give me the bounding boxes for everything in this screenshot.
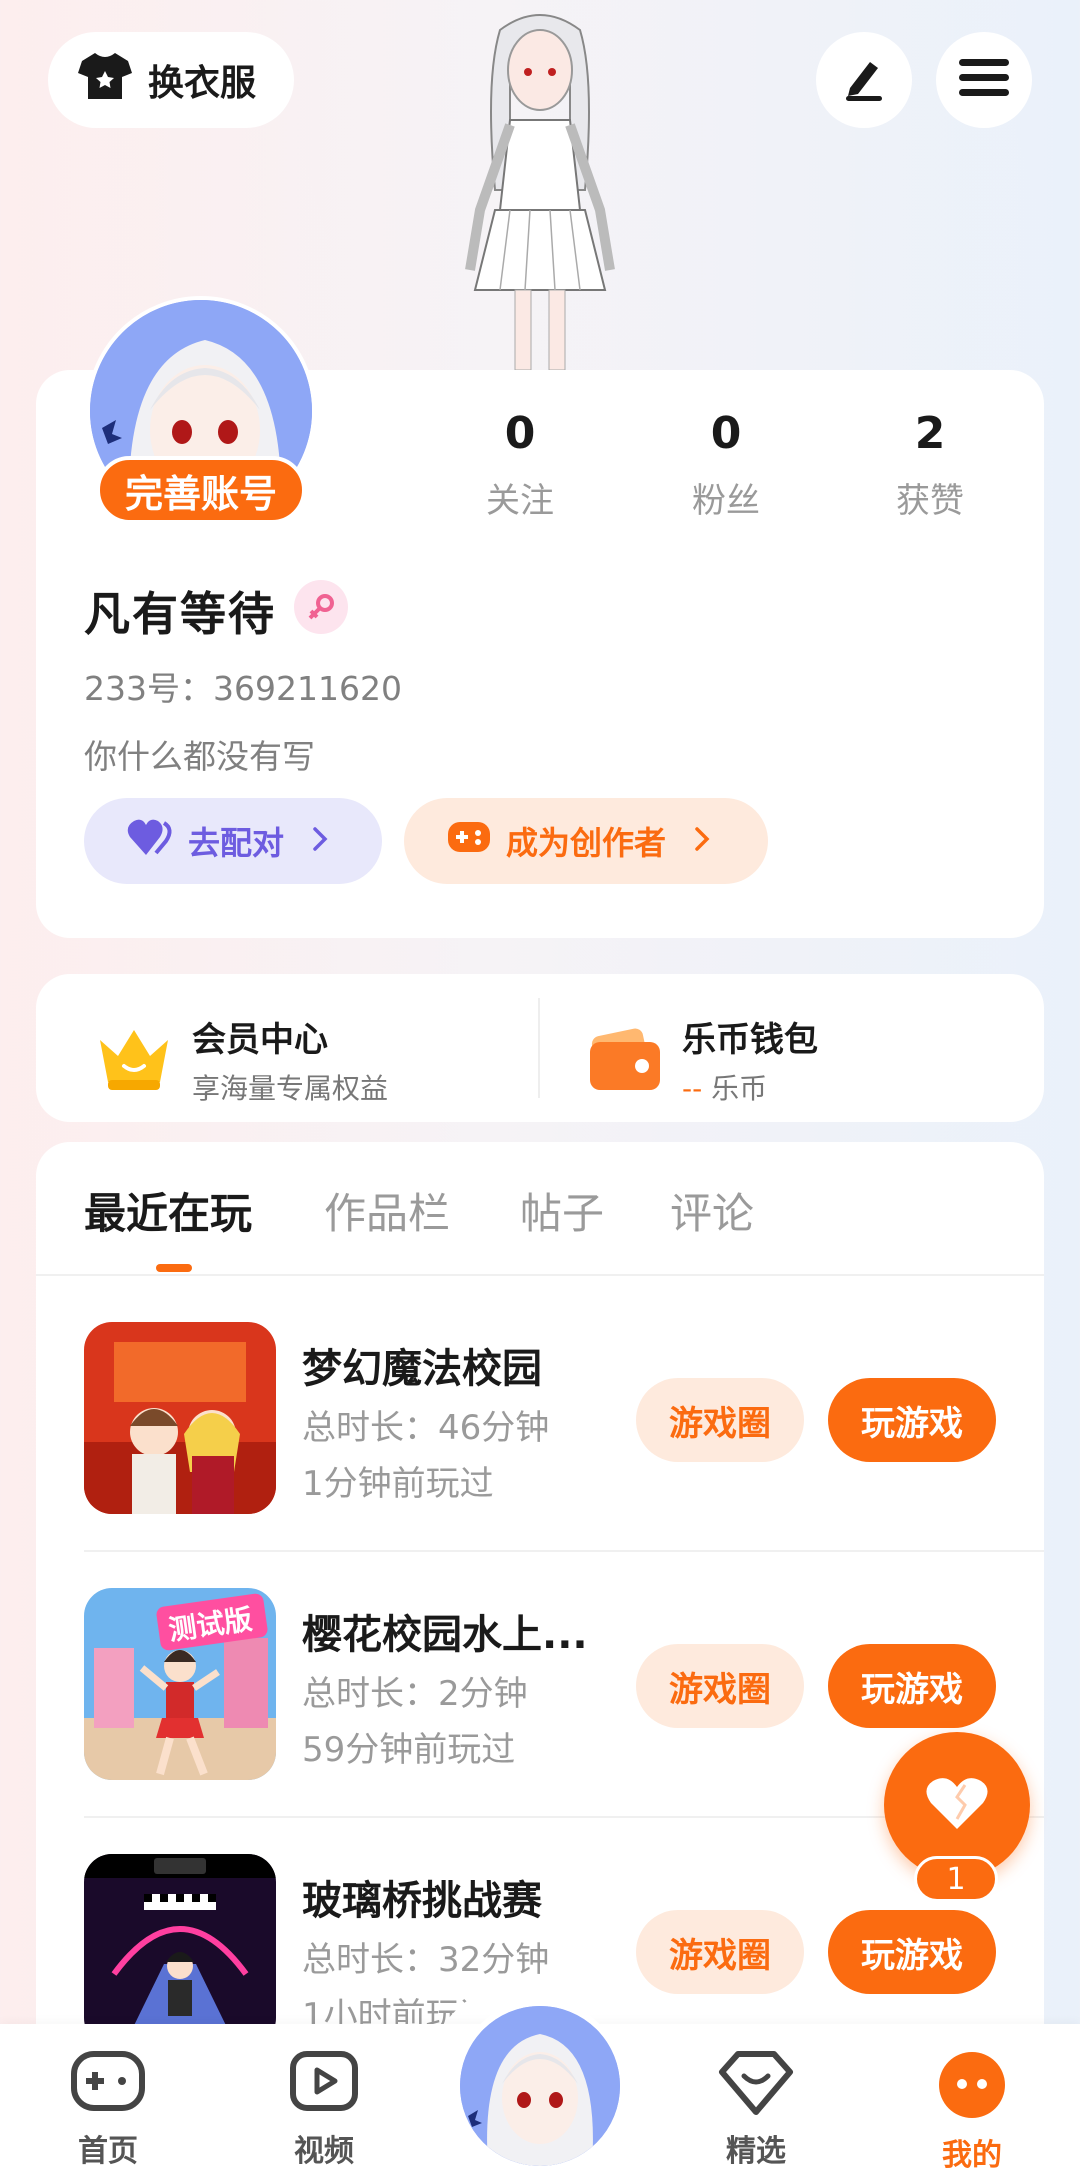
tab-comments[interactable]: 评论 <box>670 1180 754 1241</box>
divider <box>36 1274 1044 1276</box>
game-duration: 总时长：46分钟 <box>302 1408 550 1448</box>
game-title: 樱花校园水上... <box>302 1612 588 1658</box>
list-item[interactable]: 梦幻魔法校园 总时长：46分钟 1分钟前玩过 游戏圈 玩游戏 <box>84 1322 1044 1522</box>
user-id: 233号：369211620 <box>84 669 402 708</box>
shirt-icon <box>78 51 132 110</box>
vip-center-entry[interactable]: 会员中心 享海量专属权益 <box>94 1012 388 1107</box>
play-game-button[interactable]: 玩游戏 <box>828 1910 996 1994</box>
game-duration: 总时长：32分钟 <box>302 1940 550 1980</box>
nav-home-label: 首页 <box>78 2134 138 2169</box>
heart-icon <box>925 1775 989 1835</box>
nav-video[interactable]: 视频 <box>264 2050 384 2170</box>
game-circle-button[interactable]: 游戏圈 <box>636 1644 804 1728</box>
stat-followers-count: 0 <box>710 408 742 459</box>
tab-posts[interactable]: 帖子 <box>520 1180 604 1241</box>
menu-icon <box>959 57 1009 103</box>
match-button[interactable]: 去配对 <box>84 798 382 884</box>
like-count-badge: 1 <box>914 1856 998 1902</box>
stat-followers[interactable]: 0 粉丝 <box>646 408 806 522</box>
game-last-played: 1分钟前玩过 <box>302 1464 494 1504</box>
nav-mine-label: 我的 <box>942 2138 1002 2173</box>
gamepad-icon <box>70 2050 146 2120</box>
crown-icon <box>94 1022 174 1098</box>
chevron-right-icon <box>694 822 710 860</box>
game-last-played: 59分钟前玩过 <box>302 1730 516 1770</box>
tab-works[interactable]: 作品栏 <box>324 1180 450 1241</box>
play-game-button[interactable]: 玩游戏 <box>828 1378 996 1462</box>
nav-featured-label: 精选 <box>726 2134 786 2169</box>
vip-center-title: 会员中心 <box>192 1020 328 1060</box>
game-title: 玻璃桥挑战赛 <box>302 1878 542 1924</box>
stat-following-label: 关注 <box>486 481 554 521</box>
user-bio: 你什么都没有写 <box>84 737 315 776</box>
game-duration: 总时长：2分钟 <box>302 1674 528 1714</box>
profile-face-icon <box>937 2050 1007 2124</box>
game-thumbnail[interactable] <box>84 1854 276 2046</box>
game-circle-button[interactable]: 游戏圈 <box>636 1378 804 1462</box>
avatar-character-figure[interactable] <box>420 10 660 371</box>
divider <box>84 1550 1044 1552</box>
vip-center-subtitle: 享海量专属权益 <box>192 1072 389 1105</box>
game-thumbnail[interactable] <box>84 1322 276 1514</box>
menu-button[interactable] <box>936 32 1032 128</box>
tab-recently-played[interactable]: 最近在玩 <box>84 1180 252 1241</box>
change-clothes-button[interactable]: 换衣服 <box>48 32 294 128</box>
wallet-icon <box>588 1022 664 1098</box>
pen-icon <box>840 54 888 106</box>
nav-featured[interactable]: 精选 <box>696 2050 816 2170</box>
game-title: 梦幻魔法校园 <box>302 1346 542 1392</box>
nav-mine[interactable]: 我的 <box>912 2050 1032 2174</box>
stat-following[interactable]: 0 关注 <box>440 408 600 522</box>
wallet-balance: -- 乐币 <box>682 1072 768 1105</box>
become-creator-label: 成为创作者 <box>506 824 667 862</box>
heart-icon <box>126 817 174 865</box>
stat-likes-label: 获赞 <box>896 481 964 521</box>
stat-followers-label: 粉丝 <box>692 481 760 521</box>
nav-avatar[interactable] <box>454 2000 626 2172</box>
play-game-button[interactable]: 玩游戏 <box>828 1644 996 1728</box>
female-gender-icon <box>294 580 348 634</box>
game-thumbnail[interactable]: 测试版 <box>84 1588 276 1780</box>
game-circle-button[interactable]: 游戏圈 <box>636 1910 804 1994</box>
wallet-entry[interactable]: 乐币钱包 -- 乐币 <box>588 1012 818 1107</box>
become-creator-button[interactable]: 成为创作者 <box>404 798 768 884</box>
username: 凡有等待 <box>84 587 276 641</box>
wallet-title: 乐币钱包 <box>682 1020 818 1060</box>
active-tab-indicator <box>156 1264 192 1272</box>
gamepad-icon <box>446 818 492 864</box>
diamond-heart-icon <box>718 2050 794 2120</box>
edit-button[interactable] <box>816 32 912 128</box>
stat-likes-count: 2 <box>914 408 946 459</box>
divider <box>538 998 540 1098</box>
match-label: 去配对 <box>188 824 285 862</box>
nav-video-label: 视频 <box>294 2134 354 2169</box>
change-clothes-label: 换衣服 <box>148 63 257 104</box>
play-icon <box>289 2050 359 2120</box>
complete-account-button[interactable]: 完善账号 <box>96 456 306 524</box>
chevron-right-icon <box>312 822 328 860</box>
stat-likes[interactable]: 2 获赞 <box>850 408 1010 522</box>
stat-following-count: 0 <box>504 408 536 459</box>
nav-home[interactable]: 首页 <box>48 2050 168 2170</box>
